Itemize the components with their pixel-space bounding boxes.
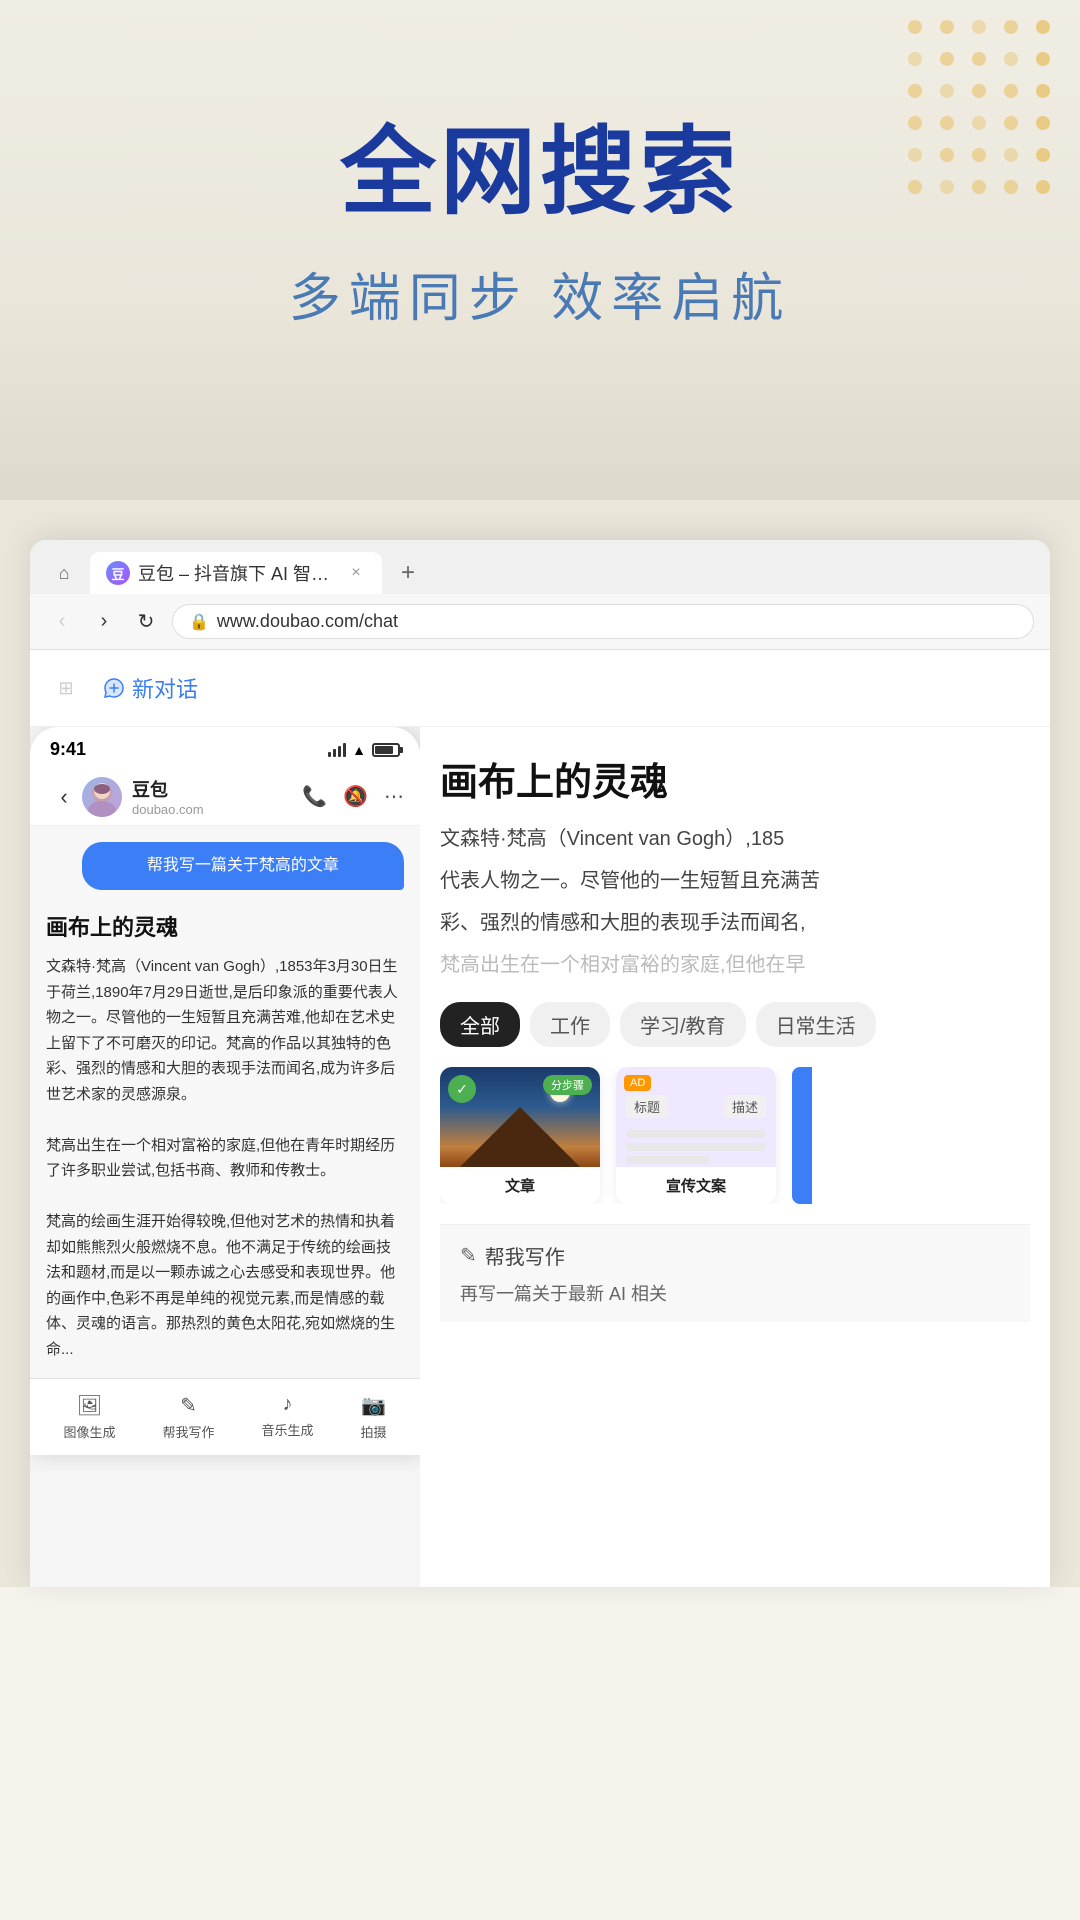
tab-close-button[interactable]: ×	[346, 563, 366, 583]
image-gen-label: 图像生成	[63, 1422, 115, 1441]
camera-label: 拍摄	[360, 1422, 386, 1441]
image-gen-button[interactable]: 🖼 图像生成	[63, 1393, 115, 1441]
write-label: 帮我写作	[162, 1422, 214, 1441]
article-text-fade: 梵高出生在一个相对富裕的家庭,但他在早	[440, 948, 1030, 982]
card-line-2	[626, 1143, 766, 1151]
phone-contact-info: 豆包 doubao.com	[82, 776, 302, 817]
contact-name: 豆包	[132, 776, 204, 802]
browser-toolbar: ‹ › ↻ 🔒 www.doubao.com/chat	[30, 594, 1050, 650]
card-line-1	[626, 1130, 766, 1138]
phone-overlay: 9:41 ▲	[30, 727, 420, 1455]
battery-icon	[372, 743, 400, 757]
card-lines	[626, 1130, 766, 1164]
wifi-icon: ▲	[352, 742, 366, 758]
new-chat-label: 新对话	[132, 672, 198, 704]
card-step-badge: 分步骤	[543, 1075, 592, 1095]
content-cards: ✓ 分步骤 文章 AD	[440, 1067, 1030, 1204]
dot-grid-decoration	[908, 20, 1050, 194]
address-url: www.doubao.com/chat	[217, 611, 398, 632]
phone-more-icon[interactable]: ⋯	[384, 784, 404, 809]
phone-signal-area: ▲	[328, 742, 400, 758]
right-panel: 画布上的灵魂 文森特·梵高（Vincent van Gogh）,185 代表人物…	[420, 727, 1050, 1587]
browser-tab-bar: ⌂ 豆 豆包 – 抖音旗下 AI 智能助手 × +	[30, 540, 1050, 594]
card-line-3	[626, 1156, 710, 1164]
camera-button[interactable]: 📷 拍摄	[360, 1393, 386, 1441]
ai-response-text: 文森特·梵高（Vincent van Gogh）,1853年3月30日生于荷兰,…	[46, 954, 404, 1362]
ai-help-row: ✎ 帮我写作	[460, 1241, 1010, 1270]
ai-help-label: 帮我写作	[485, 1241, 565, 1270]
user-message-bubble: 帮我写一篇关于梵高的文章	[82, 842, 404, 890]
article-text-line3: 彩、强烈的情感和大胆的表现手法而闻名,	[440, 906, 1030, 940]
phone-back-button[interactable]: ‹	[46, 779, 82, 815]
phone-bottom-bar: 🖼 图像生成 ✎ 帮我写作 ♪ 音乐生成 📷	[30, 1378, 420, 1455]
phone-mute-icon[interactable]: 🔕	[343, 784, 368, 809]
card-1-title: 文章	[440, 1167, 600, 1204]
ai-rewrite-suggestion: 再写一篇关于最新 AI 相关	[460, 1280, 1010, 1306]
article-text-line1: 文森特·梵高（Vincent van Gogh）,185	[440, 822, 1030, 856]
tab-education[interactable]: 学习/教育	[620, 1002, 746, 1047]
phone-nav-bar: ‹	[30, 768, 420, 826]
address-bar[interactable]: 🔒 www.doubao.com/chat	[172, 604, 1034, 639]
card-image-2: AD 标题 描述	[616, 1067, 776, 1167]
ai-help-section: ✎ 帮我写作 再写一篇关于最新 AI 相关	[440, 1224, 1030, 1322]
card-label-row: 标题 描述	[626, 1095, 766, 1118]
ad-badge: AD	[624, 1075, 651, 1091]
write-button[interactable]: ✎ 帮我写作	[162, 1393, 214, 1441]
phone-call-icon[interactable]: 📞	[302, 784, 327, 809]
browser-reload-button[interactable]: ↻	[130, 606, 162, 638]
browser-window: ⌂ 豆 豆包 – 抖音旗下 AI 智能助手 × + ‹ › ↻ 🔒 www.do…	[30, 540, 1050, 1587]
avatar-image	[82, 777, 122, 817]
tab-daily[interactable]: 日常生活	[756, 1002, 876, 1047]
card-icon: ✓	[448, 1075, 476, 1103]
article-text-line2: 代表人物之一。尽管他的一生短暂且充满苦	[440, 864, 1030, 898]
signal-strength-icon	[328, 743, 346, 757]
ai-response-title: 画布上的灵魂	[46, 910, 404, 942]
left-pane: 9:41 ▲	[30, 727, 420, 1587]
article-section: 画布上的灵魂 文森特·梵高（Vincent van Gogh）,185 代表人物…	[440, 751, 1030, 982]
new-tab-button[interactable]: +	[390, 555, 426, 591]
browser-forward-button[interactable]: ›	[88, 606, 120, 638]
browser-back-button[interactable]: ‹	[46, 606, 78, 638]
hero-title: 全网搜索	[60, 120, 1020, 226]
category-tabs: 全部 工作 学习/教育 日常生活	[440, 1002, 1030, 1047]
music-gen-icon: ♪	[282, 1393, 292, 1416]
card-3-partial	[792, 1067, 812, 1204]
card-label-title: 标题	[626, 1095, 668, 1118]
card-image-1: ✓ 分步骤	[440, 1067, 600, 1167]
phone-chat-area: 帮我写一篇关于梵高的文章 画布上的灵魂 文森特·梵高（Vincent van G…	[30, 826, 420, 1378]
browser-tab-active[interactable]: 豆 豆包 – 抖音旗下 AI 智能助手 ×	[90, 552, 382, 594]
phone-time: 9:41	[50, 739, 86, 760]
ssl-lock-icon: 🔒	[189, 612, 209, 632]
new-chat-icon	[102, 676, 126, 700]
new-chat-button[interactable]: 新对话	[90, 666, 210, 710]
music-gen-label: 音乐生成	[261, 1420, 313, 1439]
card-label-desc: 描述	[724, 1095, 766, 1118]
contact-details: 豆包 doubao.com	[132, 776, 204, 817]
image-gen-icon: 🖼	[77, 1393, 102, 1418]
tab-favicon-letter: 豆	[111, 564, 124, 583]
tab-favicon: 豆	[106, 561, 130, 585]
promo-card[interactable]: AD 标题 描述 宣传文案	[616, 1067, 776, 1204]
card-2-title: 宣传文案	[616, 1167, 776, 1204]
music-gen-button[interactable]: ♪ 音乐生成	[261, 1393, 313, 1441]
sidebar-toggle-button[interactable]: ⊞	[50, 672, 82, 704]
article-title: 画布上的灵魂	[440, 751, 1030, 806]
contact-url: doubao.com	[132, 802, 204, 817]
phone-action-buttons: 📞 🔕 ⋯	[302, 784, 404, 809]
browser-home-button[interactable]: ⌂	[46, 555, 82, 591]
tab-all[interactable]: 全部	[440, 1002, 520, 1047]
article-card[interactable]: ✓ 分步骤 文章	[440, 1067, 600, 1204]
camera-icon: 📷	[361, 1393, 386, 1418]
tab-work[interactable]: 工作	[530, 1002, 610, 1047]
phone-status-bar: 9:41 ▲	[30, 727, 420, 768]
hero-subtitle: 多端同步 效率启航	[60, 256, 1020, 331]
phone-avatar	[82, 777, 122, 817]
write-icon: ✎	[180, 1393, 197, 1418]
ai-write-icon: ✎	[460, 1243, 477, 1268]
hero-section: 全网搜索 多端同步 效率启航	[0, 0, 1080, 500]
tab-label: 豆包 – 抖音旗下 AI 智能助手	[138, 560, 338, 586]
browser-content-toolbar: ⊞ 新对话	[30, 650, 1050, 727]
browser-split-area: 9:41 ▲	[30, 727, 1050, 1587]
